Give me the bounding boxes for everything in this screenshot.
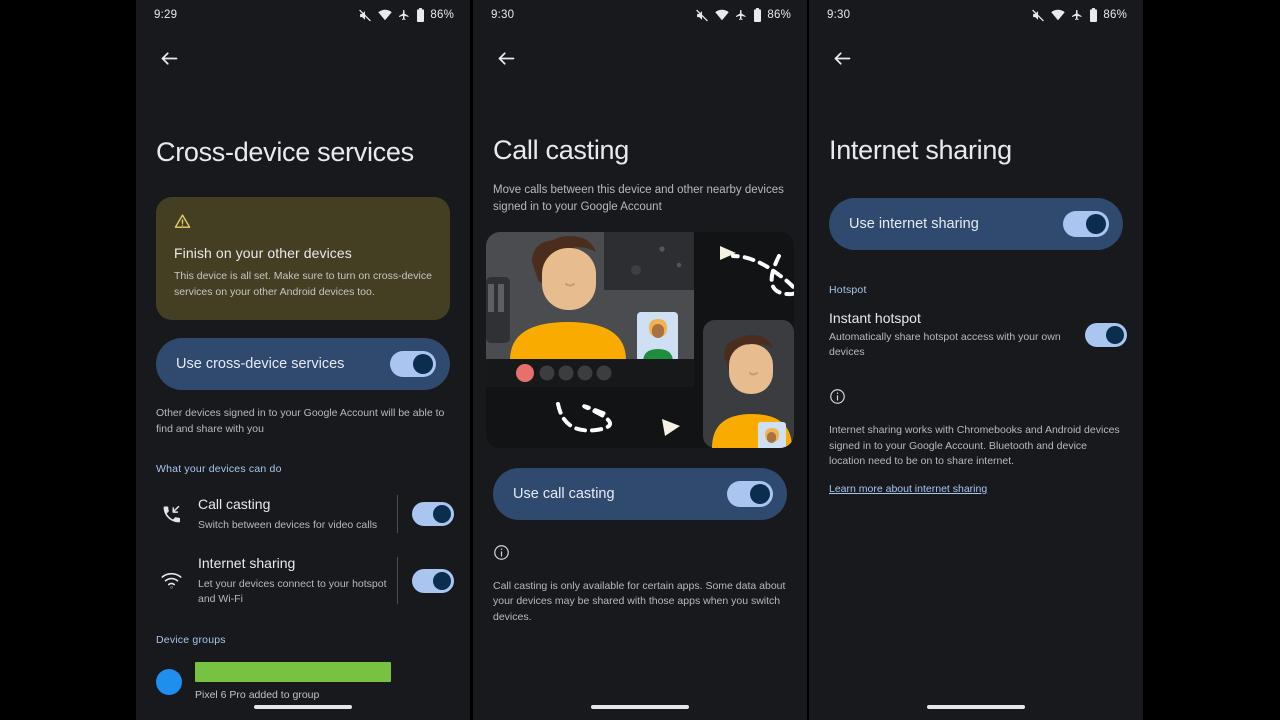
back-arrow-icon xyxy=(498,51,514,65)
instant-hotspot-subtitle: Automatically share hotspot access with … xyxy=(829,331,1061,359)
call-casting-icon xyxy=(156,504,186,525)
wifi-icon xyxy=(715,9,730,21)
row-divider xyxy=(397,495,398,534)
info-circle-icon xyxy=(809,388,1143,410)
status-time: 9:30 xyxy=(491,9,515,21)
instant-hotspot-switch[interactable] xyxy=(1085,323,1127,348)
learn-more-link[interactable]: Learn more about internet sharing xyxy=(809,483,1007,495)
pill-label: Use internet sharing xyxy=(849,216,979,233)
battery-percent: 86% xyxy=(1103,9,1127,21)
instant-hotspot-row[interactable]: Instant hotspot Automatically share hots… xyxy=(809,304,1143,365)
use-cross-device-services-toggle-row[interactable]: Use cross-device services xyxy=(156,337,450,390)
switch-knob xyxy=(433,571,451,590)
call-casting-info-text: Call casting is only available for certa… xyxy=(493,579,786,624)
warning-title: Finish on your other devices xyxy=(174,245,352,262)
back-button[interactable] xyxy=(825,41,859,75)
screenshot-stage: 9:29 86% Cross-device services Finish on… xyxy=(0,0,1280,720)
switch-knob xyxy=(413,353,433,374)
switch-knob xyxy=(750,483,770,504)
cross-device-helper-text: Other devices signed in to your Google A… xyxy=(156,406,445,435)
battery-percent: 86% xyxy=(430,9,454,21)
device-group-row[interactable]: Pixel 6 Pro added to group xyxy=(136,650,470,701)
back-button[interactable] xyxy=(489,41,523,75)
vibrate-muted-icon xyxy=(696,9,709,21)
status-bar: 9:30 86% xyxy=(473,0,807,30)
battery-icon xyxy=(417,8,425,22)
nav-row xyxy=(473,30,807,86)
wifi-icon xyxy=(378,9,393,21)
device-group-subtitle: Pixel 6 Pro added to group xyxy=(195,689,320,702)
capability-list: Call casting Switch between devices for … xyxy=(136,483,470,616)
wifi-icon xyxy=(1051,9,1066,21)
capability-text: Internet sharing Let your devices connec… xyxy=(186,555,397,606)
switch-knob xyxy=(1086,214,1106,235)
status-icons: 86% xyxy=(1031,8,1127,22)
home-indicator[interactable] xyxy=(591,705,689,709)
battery-percent: 86% xyxy=(767,9,791,21)
status-time: 9:30 xyxy=(827,9,851,21)
instant-hotspot-text: Instant hotspot Automatically share hots… xyxy=(829,310,1085,359)
switch-knob xyxy=(1106,326,1124,345)
page-title: Internet sharing xyxy=(829,135,1012,165)
wifi-icon xyxy=(156,572,186,589)
section-hotspot: Hotspot xyxy=(829,284,867,297)
phone-screen-cross-device-services: 9:29 86% Cross-device services Finish on… xyxy=(136,0,470,720)
vibrate-muted-icon xyxy=(1032,9,1045,21)
redacted-group-name xyxy=(195,662,391,683)
switch-knob xyxy=(433,505,451,524)
capability-title: Call casting xyxy=(198,496,271,513)
phone-screen-call-casting: 9:30 86% Call casting Move calls between… xyxy=(473,0,807,720)
home-indicator[interactable] xyxy=(927,705,1025,709)
row-divider xyxy=(397,557,398,605)
internet-sharing-info-text: Internet sharing works with Chromebooks … xyxy=(829,423,1120,468)
info-circle-icon xyxy=(473,544,807,566)
warning-triangle-icon xyxy=(174,213,432,235)
status-icons: 86% xyxy=(695,8,791,22)
warning-body: This device is all set. Make sure to tur… xyxy=(174,270,432,298)
use-internet-sharing-switch[interactable] xyxy=(1063,211,1109,238)
pill-label: Use call casting xyxy=(513,485,615,502)
back-button[interactable] xyxy=(152,41,186,75)
battery-icon xyxy=(754,8,762,22)
finish-setup-warning-card: Finish on your other devices This device… xyxy=(156,197,450,320)
airplane-mode-icon xyxy=(1072,10,1082,20)
capability-title: Internet sharing xyxy=(198,555,296,572)
back-arrow-icon xyxy=(161,51,177,65)
status-bar: 9:30 86% xyxy=(809,0,1143,30)
capability-subtitle: Let your devices connect to your hotspot… xyxy=(198,577,387,605)
section-what-your-devices-can-do: What your devices can do xyxy=(156,463,282,476)
capability-row-internet-sharing[interactable]: Internet sharing Let your devices connec… xyxy=(136,545,470,616)
video-call-handoff-illustration xyxy=(486,231,794,448)
airplane-mode-icon xyxy=(399,10,409,20)
page-subtitle: Move calls between this device and other… xyxy=(493,184,784,214)
phone-screen-internet-sharing: 9:30 86% Internet sharing Use internet s… xyxy=(809,0,1143,720)
instant-hotspot-title: Instant hotspot xyxy=(829,310,921,327)
status-time: 9:29 xyxy=(154,9,178,21)
nav-row xyxy=(809,30,1143,86)
avatar xyxy=(156,669,182,696)
device-group-body: Pixel 6 Pro added to group xyxy=(182,662,450,701)
page-title: Call casting xyxy=(493,135,629,165)
use-cross-device-services-switch[interactable] xyxy=(390,350,436,377)
airplane-mode-icon xyxy=(736,10,746,20)
page-title: Cross-device services xyxy=(156,137,414,167)
battery-icon xyxy=(1090,8,1098,22)
call-casting-switch[interactable] xyxy=(412,502,454,527)
capability-text: Call casting Switch between devices for … xyxy=(186,496,397,532)
use-call-casting-switch[interactable] xyxy=(727,480,773,507)
capability-row-call-casting[interactable]: Call casting Switch between devices for … xyxy=(136,483,470,545)
home-indicator[interactable] xyxy=(254,705,352,709)
internet-sharing-switch[interactable] xyxy=(412,568,454,593)
use-call-casting-toggle-row[interactable]: Use call casting xyxy=(493,467,787,520)
use-internet-sharing-toggle-row[interactable]: Use internet sharing xyxy=(829,198,1123,251)
pill-label: Use cross-device services xyxy=(176,355,345,372)
status-icons: 86% xyxy=(358,8,454,22)
back-arrow-icon xyxy=(834,51,850,65)
vibrate-muted-icon xyxy=(359,9,372,21)
nav-row xyxy=(136,30,470,86)
status-bar: 9:29 86% xyxy=(136,0,470,30)
capability-subtitle: Switch between devices for video calls xyxy=(198,518,378,531)
section-device-groups: Device groups xyxy=(156,634,226,647)
